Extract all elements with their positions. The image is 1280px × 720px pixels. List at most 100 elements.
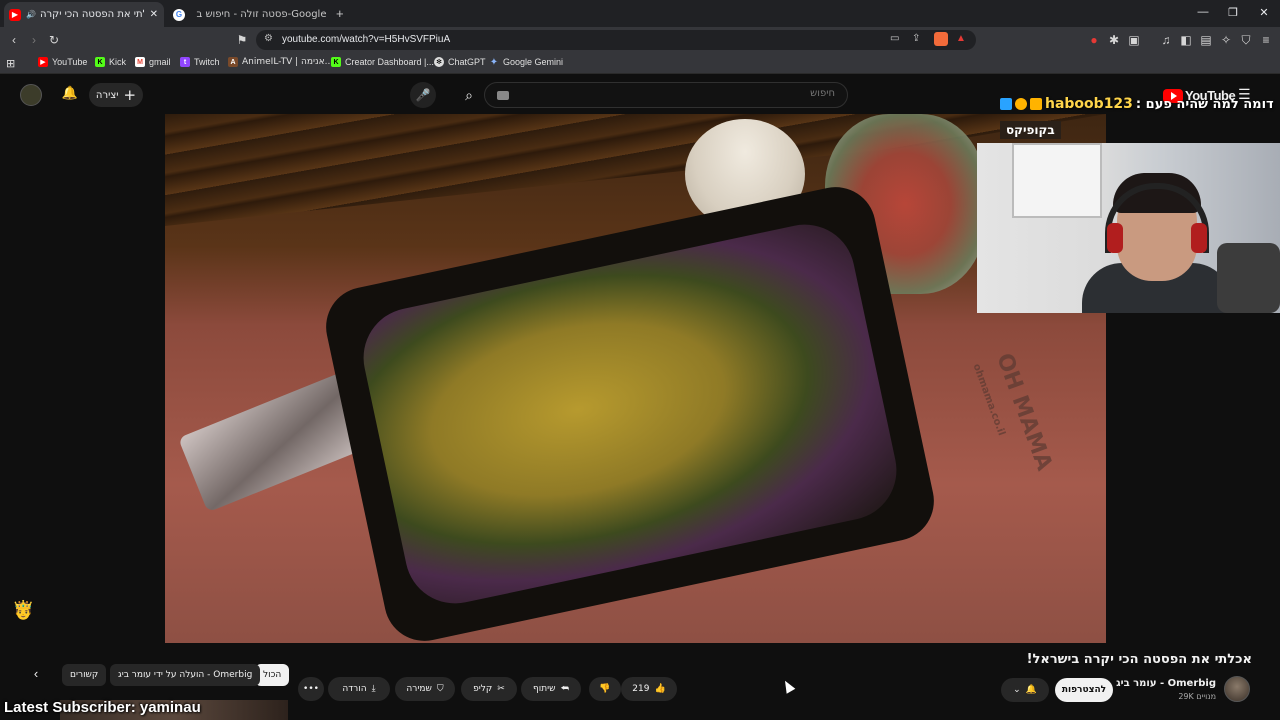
twitch-icon: t [180, 57, 190, 67]
bookmark-gmail[interactable]: Mgmail [135, 57, 171, 67]
brave-shield-icon[interactable] [934, 32, 948, 46]
minimize-icon[interactable]: — [1188, 6, 1218, 18]
tab-video[interactable]: ▶ 🔊 אכלתי את הפסטה הכי יקרה : ✕ [4, 2, 164, 27]
extensions-icon[interactable]: ✱ [1106, 32, 1122, 48]
speaker-icon[interactable]: 🔊 [26, 10, 36, 19]
browser-toolbar: ‹ › ↻ ⚑ ⚙ youtube.com/watch?v=H5HvSVFPiu… [0, 27, 1280, 53]
share-arrow-icon: ⮪ [560, 684, 569, 694]
bookmark-gemini[interactable]: ✦ Google Gemini [489, 57, 563, 68]
animeil-icon: A [228, 57, 238, 67]
media-icon[interactable]: ♫ [1158, 32, 1174, 48]
channel-name[interactable]: עומר ביג - Omerbig [1110, 678, 1216, 689]
tab-close-icon[interactable]: ✕ [150, 9, 158, 20]
kick-icon: K [95, 57, 105, 67]
bookmark-kick[interactable]: K Kick [95, 57, 126, 67]
forward-icon[interactable]: › [26, 32, 42, 48]
diamond-badge-icon [1000, 98, 1012, 110]
overlay-username: haboob123 [1045, 96, 1133, 112]
leo-ai-icon[interactable]: ✧ [1218, 32, 1234, 48]
subscriber-count: 29K מנויים [1178, 692, 1216, 701]
bookmark-animeil[interactable]: A AnimeIL-TV | אנימה... [228, 57, 333, 67]
bookmark-chatgpt[interactable]: ✻ ChatGPT [434, 57, 486, 67]
create-button[interactable]: יצירה + [89, 83, 143, 107]
bookmark-youtube[interactable]: ▶ YouTube [38, 57, 87, 67]
chip-uploaded-by[interactable]: הועלה על ידי עומר ביג - Omerbig [110, 664, 261, 686]
share-button[interactable]: שיתוף ⮪ [521, 677, 581, 701]
tab-title: פסטה זולה - חיפוש ב-Google [196, 9, 327, 20]
search-icon: ⌕ [465, 87, 473, 103]
youtube-icon: ▶ [38, 57, 48, 67]
new-tab-plus-icon[interactable]: + [336, 6, 344, 21]
reload-icon[interactable]: ↻ [46, 32, 62, 48]
screenshot-icon[interactable]: ▣ [1126, 32, 1142, 48]
bell-icon: 🔔 [1025, 685, 1037, 695]
chip-related[interactable]: קשורים [62, 664, 107, 686]
youtube-favicon-icon: ▶ [9, 8, 21, 21]
streamer-webcam [977, 143, 1280, 313]
create-label: יצירה [95, 89, 119, 101]
thumbs-up-icon: 👍 [654, 684, 666, 694]
notifications-dropdown-button[interactable]: ⌄ 🔔 [1001, 678, 1049, 702]
close-window-icon[interactable]: ✕ [1249, 6, 1279, 19]
search-input[interactable] [535, 88, 835, 99]
save-label: שמירה [406, 684, 432, 694]
download-icon: ⤓ [371, 684, 376, 694]
video-brand-text: OH MAMA ohmama.co.il [970, 350, 1057, 474]
rewards-icon[interactable]: ▲ [956, 33, 966, 44]
search-box [484, 82, 848, 108]
save-button[interactable]: שמירה ⛉ [395, 677, 455, 701]
subscribe-button[interactable]: להצטרפות [1055, 678, 1113, 702]
bookmarks-bar: ⊞ ▶ YouTube K Kick Mgmail t Twitch A AnimeIL… [0, 53, 1280, 74]
like-button[interactable]: 219 👍 [621, 677, 677, 701]
site-info-icon[interactable]: ⚙ [264, 33, 273, 44]
account-avatar[interactable] [20, 84, 42, 106]
webcam-window [1012, 143, 1102, 218]
king-avatar-icon: 🤴 [12, 600, 35, 620]
clip-label: קליפ [473, 684, 493, 694]
webcam-headset-ear-right [1191, 223, 1207, 253]
stream-overlay-tag: בקופיקס [1000, 121, 1061, 139]
restore-icon[interactable]: ❐ [1218, 6, 1248, 19]
share-page-icon[interactable]: ⇪ [912, 33, 920, 44]
dislike-button[interactable]: 👎 [589, 677, 621, 701]
wallet-icon[interactable]: ▤ [1198, 32, 1214, 48]
extension-red-icon[interactable]: ● [1086, 32, 1102, 48]
thumbs-down-icon: 👎 [599, 684, 611, 694]
webcam-headset-ear-left [1107, 223, 1123, 253]
chips-scroll-left-icon[interactable]: ‹ [26, 666, 46, 686]
tab-google[interactable]: G פסטה זולה - חיפוש ב-Google [168, 2, 333, 27]
cast-icon[interactable]: ▭ [890, 33, 899, 44]
scissors-icon: ✂ [497, 684, 505, 694]
gmail-icon: M [135, 57, 145, 67]
search-button[interactable]: ⌕ [454, 82, 484, 108]
keyboard-icon[interactable] [497, 91, 509, 100]
tab-title: אכלתי את הפסטה הכי יקרה : [39, 9, 144, 20]
chatgpt-icon: ✻ [434, 57, 444, 67]
chip-all[interactable]: הכול [255, 664, 290, 686]
sidebar-icon[interactable]: ◧ [1178, 32, 1194, 48]
notifications-bell-icon[interactable]: 🔔 [60, 85, 80, 105]
bookmark-creator-dashboard[interactable]: K Creator Dashboard |... [331, 57, 434, 67]
more-horizontal-icon: ••• [303, 684, 319, 694]
address-bar[interactable]: ⚙ youtube.com/watch?v=H5HvSVFPiuA ▭ ⇪ ▲ [256, 30, 976, 50]
like-count: 219 [632, 684, 650, 694]
coin-badge-icon [1015, 98, 1027, 110]
apps-grid-icon[interactable]: ⊞ [6, 57, 15, 70]
google-favicon-icon: G [173, 8, 185, 21]
more-actions-button[interactable]: ••• [298, 677, 324, 701]
voice-search-mic-icon[interactable]: 🎤 [410, 82, 436, 108]
vpn-shield-icon[interactable]: ⛉ [1238, 32, 1254, 48]
latest-subscriber-overlay: Latest Subscriber: yaminau [4, 699, 201, 716]
overlay-title-text: דומה למה שהיה פעם : [1135, 96, 1274, 112]
channel-avatar[interactable] [1224, 676, 1250, 702]
browser-menu-icon[interactable]: ≡ [1258, 32, 1274, 48]
video-player[interactable]: OH MAMA ohmama.co.il [165, 114, 1106, 643]
back-icon[interactable]: ‹ [6, 32, 22, 48]
bookmark-icon[interactable]: ⚑ [234, 32, 250, 48]
download-label: הורדה [342, 684, 367, 694]
save-bookmark-icon: ⛉ [436, 684, 444, 694]
download-button[interactable]: הורדה ⤓ [328, 677, 390, 701]
clip-button[interactable]: קליפ ✂ [461, 677, 517, 701]
bookmark-twitch[interactable]: t Twitch [180, 57, 220, 67]
browser-tab-bar: ▶ 🔊 אכלתי את הפסטה הכי יקרה : ✕ G פסטה ז… [0, 0, 1280, 27]
